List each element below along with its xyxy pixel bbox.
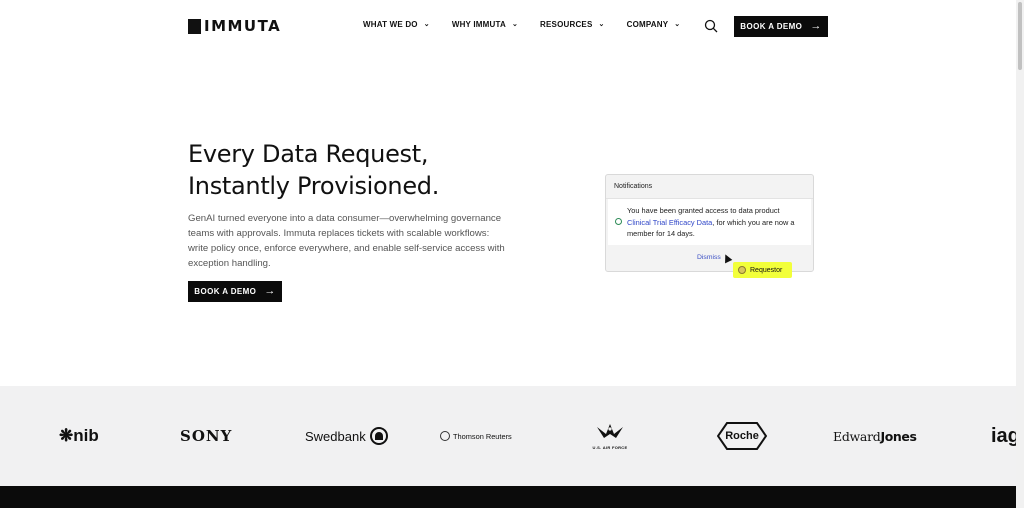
requestor-tag: Requestor — [733, 262, 792, 278]
swedbank-logo-text: Swedbank — [305, 428, 366, 444]
notification-footer: Dismiss Requestor — [606, 245, 813, 278]
notification-message: You have been granted access to data pro… — [627, 205, 795, 240]
page-scrollbar[interactable] — [1016, 0, 1024, 508]
site-header: IMMUTA WHAT WE DO ⌄ WHY IMMUTA ⌄ RESOURC… — [0, 0, 1016, 52]
hero-title-line: Instantly Provisioned. — [188, 172, 440, 200]
swedbank-logo: Swedbank — [305, 386, 388, 486]
nav-item-label: WHAT WE DO — [363, 20, 418, 29]
asterisk-icon: ❋ — [59, 426, 74, 445]
nav-item-why-immuta[interactable]: WHY IMMUTA ⌄ — [452, 20, 518, 29]
customer-logos-band: ❋ nib SONY Swedbank Thomson Reuters U.S. … — [0, 386, 1016, 486]
roche-logo: Roche — [717, 386, 767, 486]
book-demo-label: BOOK A DEMO — [194, 287, 257, 296]
air-force-wings-icon — [597, 424, 623, 438]
nav-item-resources[interactable]: RESOURCES ⌄ — [540, 20, 605, 29]
requestor-avatar-icon — [738, 266, 746, 274]
thomson-reuters-logo-text: Thomson Reuters — [453, 431, 512, 441]
thomson-reuters-logo: Thomson Reuters — [440, 386, 512, 486]
book-demo-button[interactable]: BOOK A DEMO → — [734, 16, 828, 37]
chevron-down-icon: ⌄ — [674, 20, 681, 28]
arrow-right-icon: → — [810, 20, 822, 32]
logo-text: IMMUTA — [204, 17, 282, 35]
chevron-down-icon: ⌄ — [423, 20, 430, 28]
nav-item-label: WHY IMMUTA — [451, 20, 506, 29]
us-air-force-logo: U.S. AIR FORCE — [589, 386, 631, 486]
nav-item-company[interactable]: COMPANY ⌄ — [627, 20, 681, 29]
notification-header: Notifications — [606, 175, 813, 199]
scrollbar-thumb[interactable] — [1018, 2, 1022, 70]
chevron-down-icon: ⌄ — [511, 20, 519, 28]
hero-title-line: Every Data Request, — [188, 140, 429, 168]
hero-description: GenAI turned everyone into a data consum… — [188, 213, 505, 269]
chevron-down-icon: ⌄ — [598, 20, 605, 28]
check-circle-icon — [615, 218, 622, 225]
iag-logo: iag — [991, 424, 1016, 447]
data-product-link[interactable]: Clinical Trial Efficacy Data — [627, 218, 712, 227]
hero-book-demo-button[interactable]: BOOK A DEMO → — [188, 281, 282, 302]
notification-card: Notifications You have been granted acce… — [605, 174, 814, 278]
notification-text: You have been granted access to data pro… — [627, 206, 780, 215]
roche-logo-text: Roche — [725, 430, 759, 442]
air-force-logo-text: U.S. AIR FORCE — [592, 445, 628, 450]
footer-strip — [0, 486, 1016, 508]
edward-jones-logo-text-bold: Jones — [880, 428, 917, 444]
search-icon[interactable] — [704, 19, 718, 33]
edward-jones-logo: Edward Jones — [833, 386, 917, 486]
nav-item-label: RESOURCES — [540, 20, 593, 29]
arrow-right-icon: → — [264, 285, 276, 297]
roche-hexagon-icon: Roche — [717, 422, 767, 450]
logo-mark-icon — [188, 18, 201, 34]
edward-jones-logo-text: Edward — [833, 428, 881, 444]
book-demo-label: BOOK A DEMO — [740, 22, 803, 31]
oak-tree-icon — [369, 427, 388, 445]
reuters-dot-icon — [440, 431, 450, 441]
immuta-logo[interactable]: IMMUTA — [188, 17, 281, 35]
notification-body: You have been granted access to data pro… — [608, 199, 811, 245]
nav-item-label: COMPANY — [626, 20, 669, 29]
nav-item-what-we-do[interactable]: WHAT WE DO ⌄ — [363, 20, 430, 29]
dismiss-button[interactable]: Dismiss — [697, 254, 721, 261]
nib-logo-text: nib — [73, 426, 99, 445]
requestor-label: Requestor — [750, 266, 783, 274]
hero-title: Every Data Request, Instantly Provisione… — [188, 138, 439, 202]
nib-logo: ❋ nib — [59, 386, 99, 486]
mouse-cursor-icon — [721, 252, 733, 264]
main-nav: WHAT WE DO ⌄ WHY IMMUTA ⌄ RESOURCES ⌄ CO… — [363, 20, 702, 29]
sony-logo: SONY — [180, 427, 233, 445]
